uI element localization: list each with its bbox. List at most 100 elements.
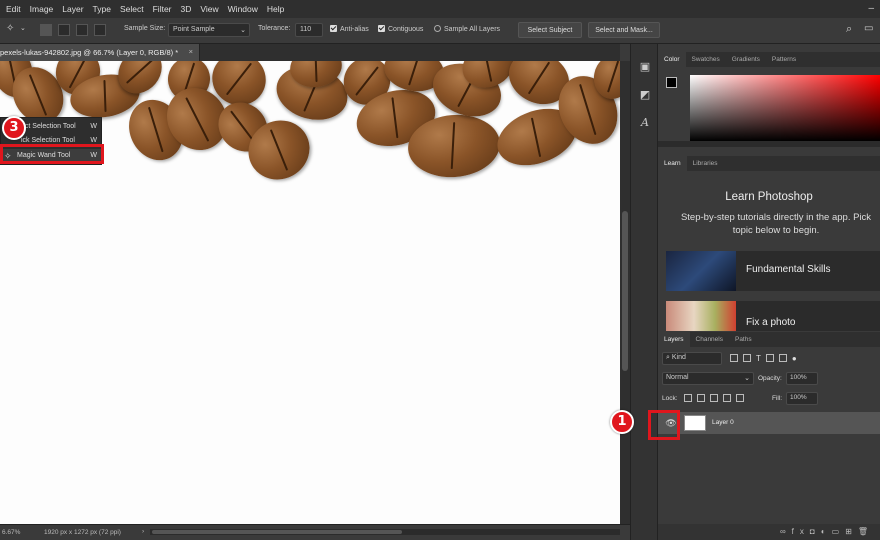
menu-filter[interactable]: Filter xyxy=(153,4,172,14)
zoom-level[interactable]: 6.67% xyxy=(2,529,20,536)
properties-icon[interactable]: ▣ xyxy=(638,60,652,74)
select-and-mask-button[interactable]: Select and Mask... xyxy=(588,22,660,38)
tab-channels[interactable]: Channels xyxy=(690,332,729,347)
learn-panel-tabs: Learn Libraries xyxy=(658,156,880,171)
tab-color[interactable]: Color xyxy=(658,52,686,67)
menu-layer[interactable]: Layer xyxy=(62,4,83,14)
link-layers-icon[interactable]: ∞ xyxy=(780,527,792,536)
layer-name[interactable]: Layer 0 xyxy=(712,419,734,426)
tab-libraries[interactable]: Libraries xyxy=(687,156,724,171)
sample-size-label: Sample Size: xyxy=(124,25,166,32)
adjustments-icon[interactable]: ◩ xyxy=(638,88,652,102)
tab-layers[interactable]: Layers xyxy=(658,332,690,347)
opacity-label: Opacity: xyxy=(758,375,782,382)
eye-highlight-box xyxy=(648,410,680,440)
card-label: Fix a photo xyxy=(746,317,796,328)
tab-gradients[interactable]: Gradients xyxy=(726,52,766,67)
character-icon[interactable]: A xyxy=(638,116,652,130)
scroll-thumb[interactable] xyxy=(622,211,628,371)
workspace-icon[interactable]: ▭ xyxy=(864,23,873,34)
tolerance-label: Tolerance: xyxy=(258,25,291,32)
lock-all-icon[interactable] xyxy=(736,394,744,402)
tab-learn[interactable]: Learn xyxy=(658,156,687,171)
tab-patterns[interactable]: Patterns xyxy=(766,52,802,67)
anti-alias-checkbox[interactable]: Anti-alias xyxy=(330,25,369,33)
foreground-color[interactable] xyxy=(666,77,677,88)
adjustment-filter-icon[interactable] xyxy=(743,354,751,362)
layers-panel-tabs: Layers Channels Paths xyxy=(658,332,880,347)
fill-label: Fill: xyxy=(772,395,783,402)
tab-paths[interactable]: Paths xyxy=(729,332,758,347)
lock-position-icon[interactable] xyxy=(710,394,718,402)
menu-select[interactable]: Select xyxy=(120,4,144,14)
menu-image[interactable]: Image xyxy=(30,4,54,14)
menu-help[interactable]: Help xyxy=(267,4,284,14)
smart-object-filter-icon[interactable] xyxy=(778,354,787,362)
delete-layer-icon[interactable]: 🗑 xyxy=(858,527,874,536)
filter-toggle-icon[interactable]: ● xyxy=(792,354,797,363)
document-tab-title: pexels-lukas-942802.jpg @ 66.7% (Layer 0… xyxy=(0,48,179,57)
right-panels: Color Swatches Gradients Patterns Learn … xyxy=(658,44,880,540)
layer-kind-filter[interactable]: ⌕ Kind xyxy=(662,352,722,365)
type-filter-icon[interactable]: T xyxy=(756,354,761,363)
layer-row[interactable]: 👁 Layer 0 xyxy=(658,412,880,434)
menu-edit[interactable]: Edit xyxy=(6,4,21,14)
chevron-down-icon[interactable]: ⌄ xyxy=(20,24,26,32)
options-bar: ✧ ⌄ Sample Size: Point Sample ⌄ Tolerance… xyxy=(0,18,880,44)
sample-size-select[interactable]: Point Sample ⌄ xyxy=(168,23,250,37)
document-info: 1920 px x 1272 px (72 ppi) xyxy=(44,529,121,536)
add-to-selection-icon[interactable] xyxy=(58,24,70,36)
foreground-background-swatch[interactable] xyxy=(666,77,684,95)
lock-label: Lock: xyxy=(662,395,678,402)
lock-transparent-icon[interactable] xyxy=(684,394,692,402)
new-layer-icon[interactable]: ⊞ xyxy=(845,527,858,536)
card-thumbnail xyxy=(666,301,736,331)
group-icon[interactable]: ▭ xyxy=(832,527,846,536)
close-icon[interactable]: × xyxy=(189,47,193,56)
select-subject-button[interactable]: Select Subject xyxy=(518,22,582,38)
menu-3d[interactable]: 3D xyxy=(181,4,192,14)
sample-all-layers-checkbox[interactable]: Sample All Layers xyxy=(434,25,500,33)
scroll-thumb[interactable] xyxy=(152,530,402,534)
menu-view[interactable]: View xyxy=(200,4,218,14)
shape-filter-icon[interactable] xyxy=(765,354,774,362)
color-field[interactable] xyxy=(690,75,880,141)
vertical-scrollbar[interactable] xyxy=(620,61,630,524)
subtract-from-selection-icon[interactable] xyxy=(76,24,88,36)
lock-pixels-icon[interactable] xyxy=(697,394,705,402)
object-selection-shortcut: W xyxy=(90,123,97,130)
lock-artboard-icon[interactable] xyxy=(723,394,731,402)
opacity-input[interactable]: 100% xyxy=(786,372,818,385)
document-tab[interactable]: pexels-lukas-942802.jpg @ 66.7% (Layer 0… xyxy=(0,44,200,61)
sample-size-value: Point Sample xyxy=(173,26,215,33)
checkbox-checked-icon xyxy=(378,25,385,32)
horizontal-scrollbar[interactable] xyxy=(150,529,620,535)
learn-card-fundamental-skills[interactable]: Fundamental Skills xyxy=(666,251,880,291)
layers-footer: ∞fx◘◐▭⊞🗑 xyxy=(658,524,880,540)
status-arrow-icon[interactable]: › xyxy=(142,528,144,535)
tolerance-input[interactable]: 110 xyxy=(295,23,323,37)
minimize-icon[interactable]: – xyxy=(868,3,874,14)
hue-slider[interactable] xyxy=(658,141,880,147)
learn-card-fix-a-photo[interactable]: Fix a photo xyxy=(666,301,880,331)
add-mask-icon[interactable]: ◘ xyxy=(810,527,821,536)
fill-input[interactable]: 100% xyxy=(786,392,818,405)
menu-window[interactable]: Window xyxy=(228,4,258,14)
menu-type[interactable]: Type xyxy=(93,4,111,14)
fx-icon[interactable]: fx xyxy=(792,527,810,536)
contiguous-checkbox[interactable]: Contiguous xyxy=(378,25,423,33)
magic-wand-tool-icon[interactable]: ✧ xyxy=(6,23,14,34)
chevron-down-icon: ⌄ xyxy=(240,27,246,34)
filter-icons[interactable]: T ● xyxy=(730,354,797,363)
intersect-selection-icon[interactable] xyxy=(94,24,106,36)
learn-description: Step-by-step tutorials directly in the a… xyxy=(680,212,872,236)
tab-swatches[interactable]: Swatches xyxy=(686,52,726,67)
pixel-filter-icon[interactable] xyxy=(730,354,738,362)
new-selection-icon[interactable] xyxy=(40,24,52,36)
search-icon[interactable]: ⌕ xyxy=(846,23,852,36)
sample-all-layers-label: Sample All Layers xyxy=(444,26,501,33)
adjustment-layer-icon[interactable]: ◐ xyxy=(821,527,832,536)
step-3-marker: 3 xyxy=(2,116,26,140)
blend-mode-select[interactable]: Normal ⌄ xyxy=(662,372,754,385)
card-label: Fundamental Skills xyxy=(746,264,831,275)
